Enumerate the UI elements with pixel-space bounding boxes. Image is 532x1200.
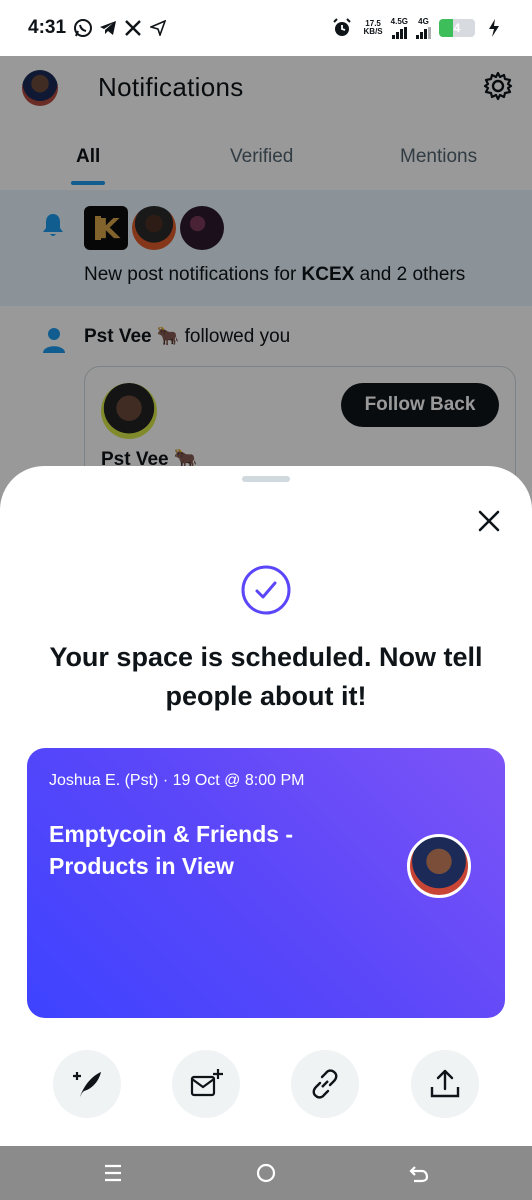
send-dm-button[interactable]	[172, 1050, 240, 1118]
x-logo-icon	[122, 17, 144, 39]
alarm-icon	[331, 17, 353, 39]
back-button[interactable]	[404, 1158, 434, 1188]
home-circle-icon	[256, 1163, 276, 1183]
link-icon	[312, 1069, 338, 1099]
space-scheduled-sheet: Your space is scheduled. Now tell people…	[0, 466, 532, 1146]
space-card[interactable]: Joshua E. (Pst) · 19 Oct @ 8:00 PM Empty…	[27, 748, 505, 1018]
net-speed: 17.5 KB/S	[364, 20, 383, 36]
whatsapp-icon	[72, 17, 94, 39]
home-button[interactable]	[251, 1158, 281, 1188]
share-actions	[0, 1050, 532, 1120]
signal-4-5g: 4.5G	[390, 16, 408, 39]
add-dm-icon	[190, 1069, 223, 1097]
copy-link-button[interactable]	[291, 1050, 359, 1118]
net-speed-unit: KB/S	[363, 27, 383, 36]
status-bar: 4:31 17.5 KB/S 4.5G 4G 4	[0, 0, 532, 56]
close-icon	[478, 510, 500, 532]
back-arrow-icon	[409, 1166, 429, 1183]
status-time: 4:31	[28, 17, 67, 38]
sheet-title: Your space is scheduled. Now tell people…	[49, 642, 483, 711]
recent-apps-button[interactable]	[98, 1158, 128, 1188]
sheet-drag-handle[interactable]	[242, 476, 290, 482]
charging-icon	[483, 17, 505, 39]
compose-post-button[interactable]	[53, 1050, 121, 1118]
space-meta: Joshua E. (Pst) · 19 Oct @ 8:00 PM	[49, 772, 305, 789]
share-upload-icon	[430, 1069, 460, 1098]
compose-quill-icon	[73, 1072, 101, 1097]
close-button[interactable]	[474, 506, 504, 536]
send-icon	[147, 17, 169, 39]
system-nav-bar	[0, 1146, 532, 1200]
host-avatar	[407, 834, 471, 898]
battery-level: 4	[453, 21, 461, 35]
signal-1-label: 4.5G	[390, 16, 408, 26]
share-button[interactable]	[411, 1050, 479, 1118]
menu-icon	[105, 1164, 121, 1182]
telegram-icon	[97, 17, 119, 39]
battery-indicator: 4	[439, 19, 475, 37]
signal-bars-icon	[391, 26, 407, 39]
check-circle-icon	[240, 564, 292, 616]
signal-bars-icon	[416, 26, 431, 39]
signal-4g: 4G	[416, 16, 431, 39]
signal-2-label: 4G	[418, 16, 429, 26]
space-title: Emptycoin & Friends - Products in View	[49, 821, 294, 879]
